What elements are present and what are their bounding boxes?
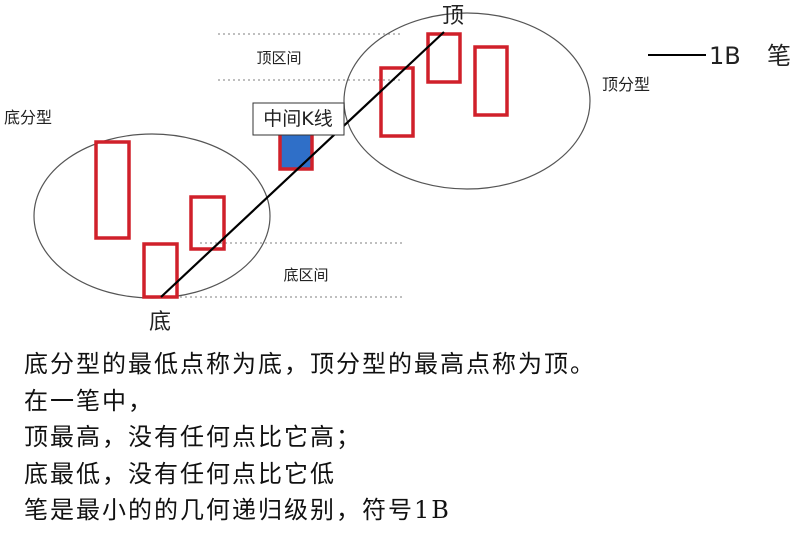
explanation-line: 顶最高，没有任何点比它高； (24, 423, 362, 451)
top-fractal-label: 顶分型 (602, 75, 650, 94)
explanation-line: 在一笔中， (24, 386, 154, 415)
candle (473, 45, 509, 117)
top-interval-label: 顶区间 (256, 49, 301, 67)
explanation-line: 笔是最小的的几何递归级别，符号1B (24, 496, 451, 524)
bottom-point-label: 底 (149, 310, 171, 335)
bottom-fractal-ellipse (33, 133, 271, 299)
legend-symbol: 1B (709, 42, 741, 70)
middle-k-label: 中间K线 (263, 108, 332, 130)
explanation-text: 底分型的最低点称为底，顶分型的最高点称为顶。 在一笔中， 顶最高，没有任何点比它… (24, 346, 596, 529)
bottom-fractal-label: 底分型 (4, 108, 52, 127)
top-point-label: 顶 (442, 4, 464, 29)
explanation-line: 底分型的最低点称为底，顶分型的最高点称为顶。 (24, 350, 596, 378)
diagram-canvas: 中间K线 顶区间 底区间 顶 底 底分型 顶分型 1B 笔 底分型的最低点称为底… (0, 0, 800, 539)
stroke-line (160, 31, 445, 298)
explanation-line: 底最低，没有任何点比它低 (24, 459, 336, 488)
candle-bottom (142, 242, 179, 299)
candle (379, 66, 415, 138)
legend-name: 笔 (767, 42, 791, 70)
stroke-diagram: 中间K线 顶区间 底区间 顶 底 底分型 顶分型 1B 笔 (4, 4, 791, 335)
candle (94, 140, 131, 240)
bottom-interval-label: 底区间 (283, 266, 328, 284)
